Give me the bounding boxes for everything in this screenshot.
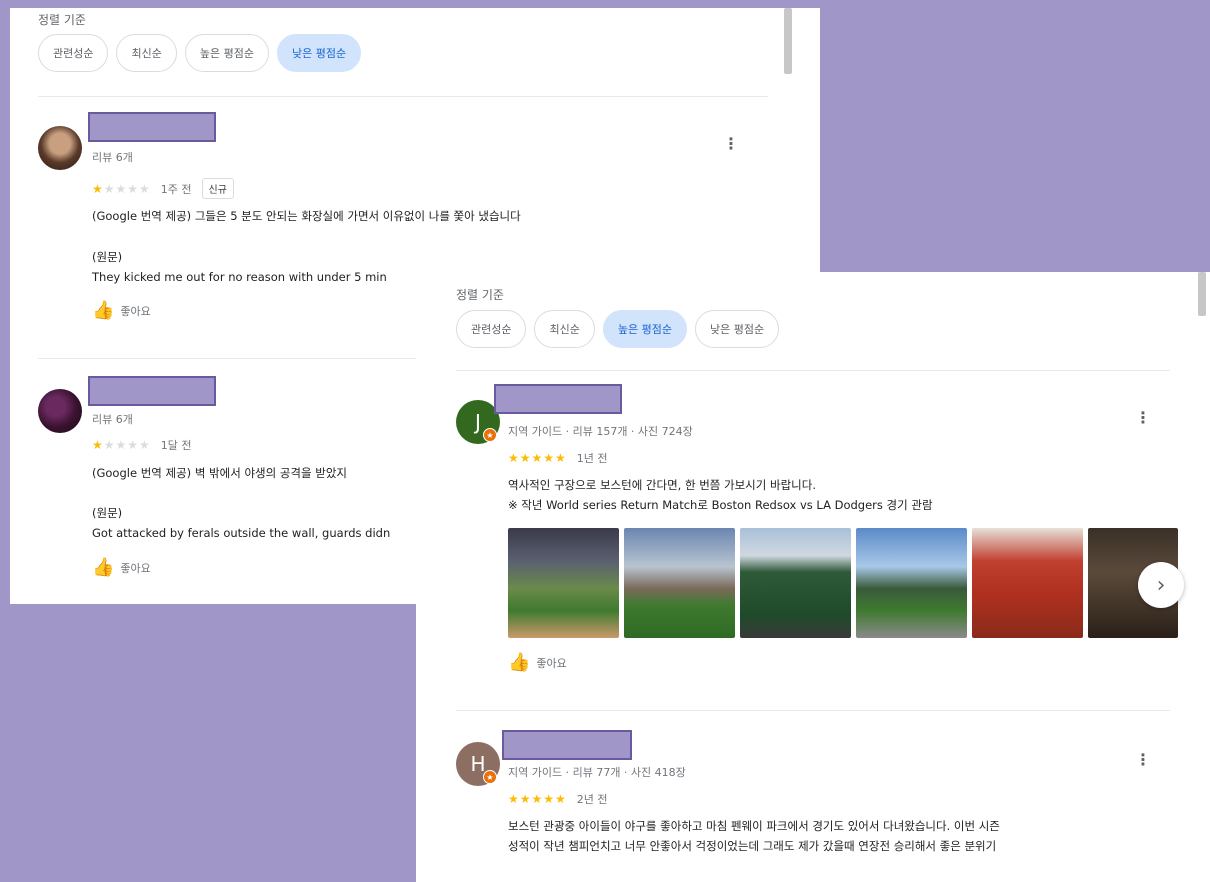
- reviewer-meta[interactable]: 리뷰 6개: [92, 411, 133, 427]
- reviewer-name-redacted[interactable]: [494, 384, 622, 414]
- thumb-up-icon: 👍: [92, 557, 115, 578]
- review-translated-text: (Google 번역 제공) 그들은 5 분도 안되는 화장실에 가면서 이유없…: [92, 209, 521, 223]
- like-button[interactable]: 👍 좋아요: [508, 654, 567, 672]
- reviews-panel-high-rating: 정렬 기준 관련성순 최신순 높은 평점순 낮은 평점순 J ★ 지역 가이드 …: [416, 272, 1210, 882]
- photo-ballpark-3[interactable]: [856, 528, 967, 638]
- like-button[interactable]: 👍 좋아요: [92, 559, 151, 577]
- review-time: 2년 전: [576, 793, 608, 806]
- review-original-text: They kicked me out for no reason with un…: [92, 270, 387, 284]
- star-rating: ★★★★★: [92, 181, 151, 196]
- rating-row: ★★★★★ 1년 전: [508, 450, 608, 466]
- original-label: (원문): [92, 506, 123, 520]
- review-time: 1달 전: [160, 439, 192, 452]
- original-label: (원문): [92, 250, 123, 264]
- reviewer-meta[interactable]: 지역 가이드 · 리뷰 77개 · 사진 418장: [508, 764, 686, 780]
- reviewer-name-redacted[interactable]: [88, 112, 216, 142]
- chip-newest[interactable]: 최신순: [116, 34, 177, 72]
- like-label: 좋아요: [120, 562, 151, 575]
- reviewer-name-redacted[interactable]: [88, 376, 216, 406]
- chip-newest[interactable]: 최신순: [534, 310, 595, 348]
- star-rating: ★★★★★: [92, 438, 151, 452]
- chip-highest-rating[interactable]: 높은 평점순: [184, 34, 269, 72]
- scrollbar[interactable]: [1198, 272, 1206, 316]
- more-vert-icon[interactable]: ⋮: [723, 136, 739, 152]
- review-text-line: ※ 작년 World series Return Match로 Boston R…: [508, 498, 933, 512]
- scrollbar[interactable]: [784, 8, 792, 74]
- photo-ballpark-1[interactable]: [508, 528, 619, 638]
- like-label: 좋아요: [120, 305, 151, 318]
- photo-ballpark-2[interactable]: [624, 528, 735, 638]
- photo-bobbleheads[interactable]: [972, 528, 1083, 638]
- chip-lowest-rating[interactable]: 낮은 평점순: [694, 310, 780, 348]
- reviewer-meta[interactable]: 리뷰 6개: [92, 149, 133, 165]
- reviewer-meta[interactable]: 지역 가이드 · 리뷰 157개 · 사진 724장: [508, 423, 693, 439]
- rating-row: ★★★★★ 2년 전: [508, 791, 608, 807]
- more-vert-icon[interactable]: ⋮: [1135, 752, 1151, 768]
- rating-row: ★★★★★ 1주 전 신규: [92, 178, 234, 199]
- chip-relevance[interactable]: 관련성순: [38, 34, 109, 72]
- chip-highest-rating[interactable]: 높은 평점순: [602, 310, 687, 348]
- review-photos: [508, 528, 1178, 638]
- review-time: 1년 전: [576, 452, 608, 465]
- review-time: 1주 전: [160, 182, 192, 196]
- sort-label: 정렬 기준: [456, 288, 504, 302]
- rating-row: ★★★★★ 1달 전: [92, 437, 192, 453]
- divider: [38, 96, 768, 97]
- photo-scoreboard[interactable]: [740, 528, 851, 638]
- thumb-up-icon: 👍: [508, 652, 531, 673]
- divider: [456, 370, 1170, 371]
- thumb-up-icon: 👍: [92, 300, 115, 321]
- review-text-line: 성적이 작년 챔피언치고 너무 안좋아서 걱정이었는데 그래도 제가 갔을때 연…: [508, 839, 997, 853]
- sort-label: 정렬 기준: [38, 13, 86, 27]
- review-original-text: Got attacked by ferals outside the wall,…: [92, 526, 391, 540]
- local-guide-badge-icon: ★: [483, 770, 497, 784]
- more-vert-icon[interactable]: ⋮: [1135, 410, 1151, 426]
- review-text-line: 역사적인 구장으로 보스턴에 간다면, 한 번쯤 가보시기 바랍니다.: [508, 478, 816, 492]
- chip-relevance[interactable]: 관련성순: [456, 310, 527, 348]
- chevron-right-icon[interactable]: ›: [1138, 562, 1184, 608]
- review-translated-text: (Google 번역 제공) 벽 밖에서 야생의 공격을 받았지: [92, 466, 347, 480]
- chip-lowest-rating[interactable]: 낮은 평점순: [276, 34, 362, 72]
- reviewer-name-redacted[interactable]: [502, 730, 632, 760]
- sort-chips: 관련성순 최신순 높은 평점순 낮은 평점순: [456, 310, 780, 348]
- like-label: 좋아요: [536, 657, 567, 670]
- star-rating: ★★★★★: [508, 792, 567, 806]
- local-guide-badge-icon: ★: [483, 428, 497, 442]
- avatar[interactable]: [38, 389, 82, 433]
- divider: [456, 710, 1170, 711]
- review-text-line: 보스턴 관광중 아이들이 야구를 좋아하고 마침 펜웨이 파크에서 경기도 있어…: [508, 819, 1000, 833]
- star-rating: ★★★★★: [508, 451, 567, 465]
- sort-chips: 관련성순 최신순 높은 평점순 낮은 평점순: [38, 34, 362, 72]
- avatar[interactable]: [38, 126, 82, 170]
- new-badge: 신규: [201, 178, 234, 199]
- like-button[interactable]: 👍 좋아요: [92, 302, 151, 320]
